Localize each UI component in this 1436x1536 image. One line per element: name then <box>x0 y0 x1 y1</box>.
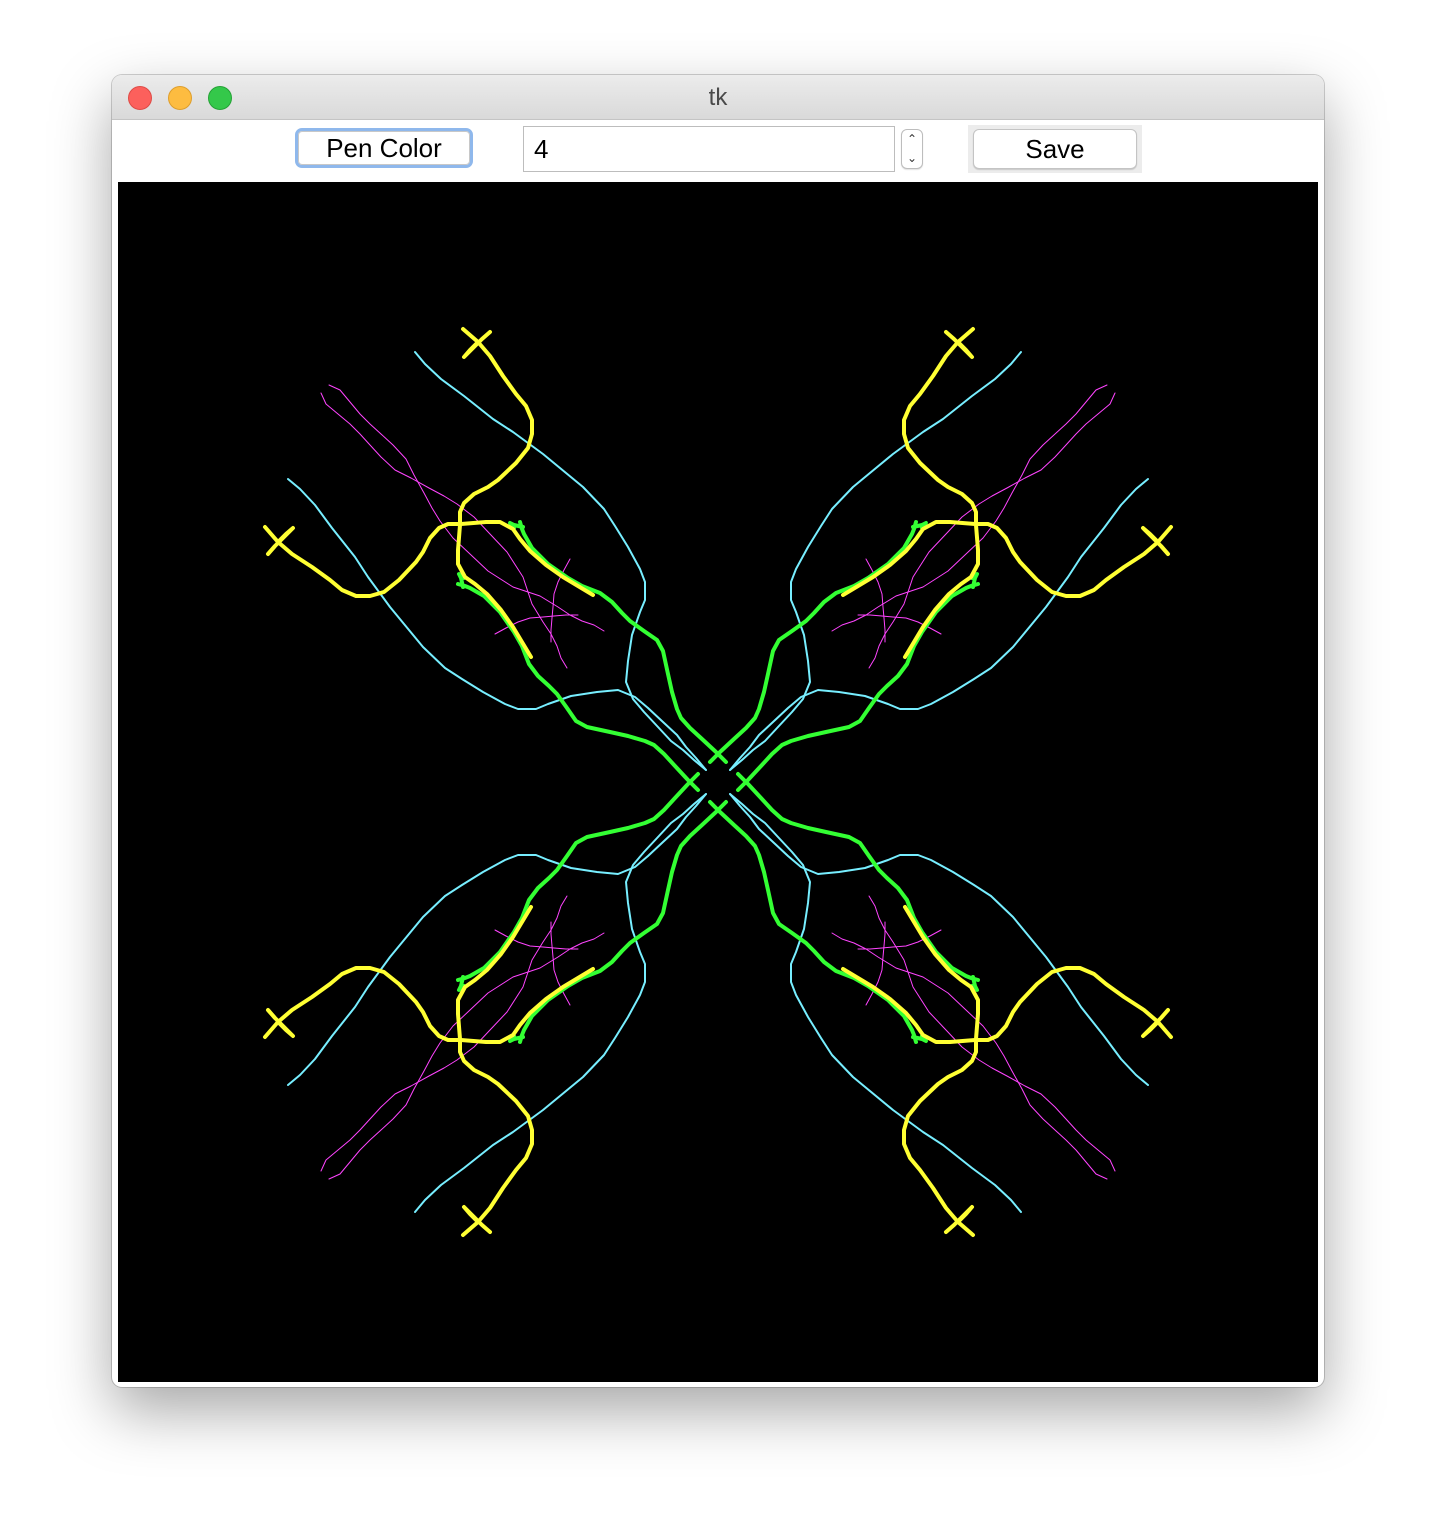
drawing-canvas[interactable] <box>118 182 1318 1382</box>
pen-size-input[interactable]: 4 <box>523 126 895 172</box>
pen-size-spinner[interactable]: ⌃ ⌄ <box>901 129 923 169</box>
yellow-stroke-group <box>263 327 1173 1237</box>
spin-up-arrow-icon[interactable]: ⌃ <box>902 130 922 149</box>
app-window: tk Pen Color 4 ⌃ ⌄ Save <box>112 75 1324 1387</box>
title-bar[interactable]: tk <box>112 75 1324 120</box>
drawing-svg <box>263 327 1173 1237</box>
save-button-frame: Save <box>968 125 1142 173</box>
toolbar: Pen Color 4 ⌃ ⌄ Save <box>112 120 1324 182</box>
spin-down-arrow-icon[interactable]: ⌄ <box>902 149 922 168</box>
window-title: tk <box>708 84 728 111</box>
magenta-stroke-group <box>320 384 1116 1180</box>
green-stroke-group <box>456 520 980 1044</box>
save-button[interactable]: Save <box>973 129 1137 169</box>
pen-color-button[interactable]: Pen Color <box>295 128 473 168</box>
